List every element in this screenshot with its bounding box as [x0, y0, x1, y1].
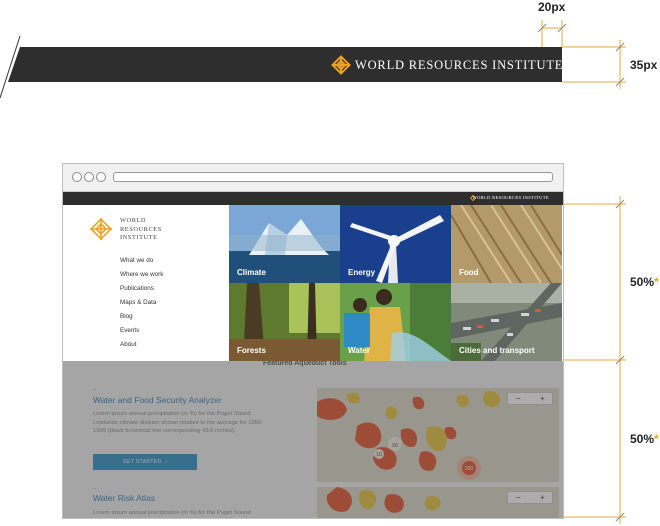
tile-food[interactable]: Food — [451, 205, 562, 283]
nav-what-we-do[interactable]: What we do — [120, 254, 163, 268]
window-minimize-button[interactable] — [84, 172, 94, 182]
address-bar[interactable] — [113, 172, 553, 182]
tile-label: Energy — [348, 268, 376, 277]
browser-window: WORLD RESOURCES INSTITUTE Featured Aqued… — [62, 163, 564, 519]
main-nav: What we do Where we work Publications Ma… — [120, 254, 163, 352]
browser-chrome — [63, 164, 563, 192]
nav-publications[interactable]: Publications — [120, 282, 163, 296]
nav-maps-data[interactable]: Maps & Data — [120, 296, 163, 310]
tile-label: Water — [348, 346, 370, 355]
wri-logo-icon — [331, 55, 351, 75]
nav-about[interactable]: About — [120, 338, 163, 352]
window-maximize-button[interactable] — [96, 172, 106, 182]
gap-dimension-label: 20px — [538, 0, 566, 14]
header-brand-text: WORLD RESOURCES INSTITUTE — [472, 195, 549, 200]
nav-blog[interactable]: Blog — [120, 310, 163, 324]
banner-slant-edge — [0, 36, 21, 98]
mega-menu-panel: WORLD RESOURCES INSTITUTE What we do Whe… — [63, 205, 229, 361]
site-header-bar: WORLD RESOURCES INSTITUTE — [63, 192, 563, 205]
tile-forests[interactable]: Forests — [229, 283, 340, 361]
height-dimension-label: 35px — [630, 58, 658, 72]
logo-wordmark: WORLD RESOURCES INSTITUTE — [120, 217, 162, 241]
banner-brand-text: WORLD RESOURCES INSTITUTE — [355, 58, 564, 72]
top-half-dimension-label: 50%* — [630, 275, 659, 289]
dim-overlay — [63, 361, 563, 518]
tile-climate[interactable]: Climate — [229, 205, 340, 283]
tile-label: Cities and transport — [459, 346, 535, 355]
tile-cities-transport[interactable]: Cities and transport — [451, 283, 562, 361]
tile-label: Food — [459, 268, 479, 277]
nav-events[interactable]: Events — [120, 324, 163, 338]
bottom-half-dimension-label: 50%* — [630, 432, 659, 446]
tile-energy[interactable]: Energy — [340, 205, 451, 283]
window-close-button[interactable] — [72, 172, 82, 182]
tile-label: Forests — [237, 346, 266, 355]
tile-label: Climate — [237, 268, 266, 277]
wri-logo-icon — [89, 217, 113, 241]
tile-water[interactable]: Water — [340, 283, 451, 361]
nav-where-we-work[interactable]: Where we work — [120, 268, 163, 282]
